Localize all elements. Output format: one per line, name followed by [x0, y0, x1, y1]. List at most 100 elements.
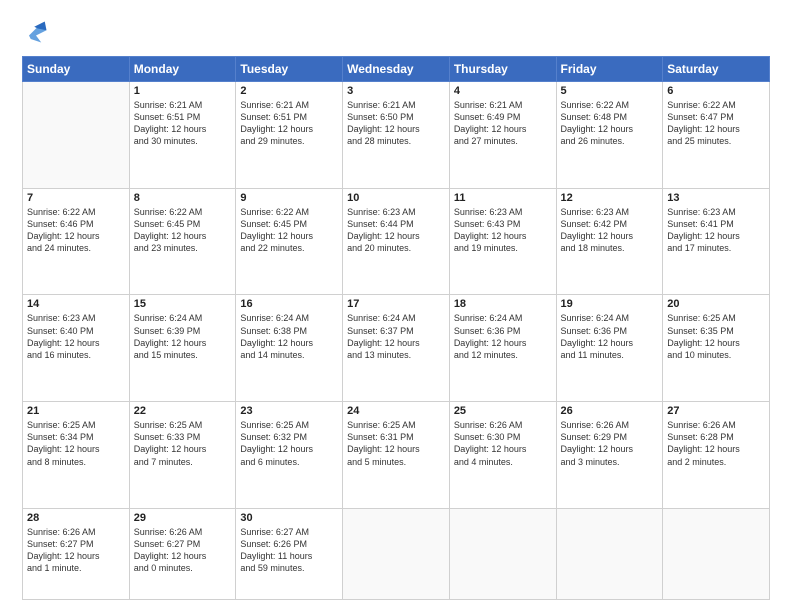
day-number: 26: [561, 405, 659, 417]
calendar-cell: 20 Sunrise: 6:25 AM Sunset: 6:35 PM Dayli…: [663, 295, 770, 402]
day-info: Sunrise: 6:21 AM Sunset: 6:51 PM Dayligh…: [134, 99, 232, 148]
calendar-cell: 12Sunrise: 6:23 AM Sunset: 6:42 PM Dayli…: [556, 188, 663, 295]
day-info: Sunrise: 6:26 AM Sunset: 6:29 PM Dayligh…: [561, 419, 659, 468]
calendar-cell: 23Sunrise: 6:25 AM Sunset: 6:32 PM Dayli…: [236, 402, 343, 509]
calendar-week-row: 28 Sunrise: 6:26 AM Sunset: 6:27 PM Dayli…: [23, 508, 770, 599]
calendar-cell: 25 Sunrise: 6:26 AM Sunset: 6:30 PM Dayli…: [449, 402, 556, 509]
calendar-cell: 13 Sunrise: 6:23 AM Sunset: 6:41 PM Dayli…: [663, 188, 770, 295]
day-number: 2: [240, 85, 338, 97]
day-number: 13: [667, 192, 765, 204]
calendar-cell: 26 Sunrise: 6:26 AM Sunset: 6:29 PM Dayli…: [556, 402, 663, 509]
day-info: Sunrise: 6:24 AM Sunset: 6:39 PM Dayligh…: [134, 312, 232, 361]
calendar-day-header: Monday: [129, 57, 236, 82]
calendar-cell: 16 Sunrise: 6:24 AM Sunset: 6:38 PM Dayli…: [236, 295, 343, 402]
calendar-cell: 28 Sunrise: 6:26 AM Sunset: 6:27 PM Dayli…: [23, 508, 130, 599]
calendar-cell: [556, 508, 663, 599]
calendar-cell: 9 Sunrise: 6:22 AM Sunset: 6:45 PM Daylig…: [236, 188, 343, 295]
calendar-cell: 1 Sunrise: 6:21 AM Sunset: 6:51 PM Daylig…: [129, 82, 236, 189]
day-number: 1: [134, 85, 232, 97]
day-number: 25: [454, 405, 552, 417]
day-info: Sunrise: 6:26 AM Sunset: 6:27 PM Dayligh…: [134, 526, 232, 575]
day-info: Sunrise: 6:25 AM Sunset: 6:32 PM Dayligh…: [240, 419, 338, 468]
calendar-cell: 17 Sunrise: 6:24 AM Sunset: 6:37 PM Dayli…: [343, 295, 450, 402]
calendar-cell: 21 Sunrise: 6:25 AM Sunset: 6:34 PM Dayli…: [23, 402, 130, 509]
calendar-cell: 19 Sunrise: 6:24 AM Sunset: 6:36 PM Dayli…: [556, 295, 663, 402]
page: SundayMondayTuesdayWednesdayThursdayFrid…: [0, 0, 792, 612]
day-number: 24: [347, 405, 445, 417]
calendar-header-row: SundayMondayTuesdayWednesdayThursdayFrid…: [23, 57, 770, 82]
day-number: 18: [454, 298, 552, 310]
calendar-cell: 14 Sunrise: 6:23 AM Sunset: 6:40 PM Dayli…: [23, 295, 130, 402]
calendar-day-header: Thursday: [449, 57, 556, 82]
calendar-cell: 24 Sunrise: 6:25 AM Sunset: 6:31 PM Dayli…: [343, 402, 450, 509]
logo-icon: [22, 18, 50, 46]
day-info: Sunrise: 6:26 AM Sunset: 6:27 PM Dayligh…: [27, 526, 125, 575]
day-number: 8: [134, 192, 232, 204]
day-info: Sunrise: 6:24 AM Sunset: 6:36 PM Dayligh…: [454, 312, 552, 361]
day-info: Sunrise: 6:22 AM Sunset: 6:47 PM Dayligh…: [667, 99, 765, 148]
day-info: Sunrise: 6:25 AM Sunset: 6:35 PM Dayligh…: [667, 312, 765, 361]
calendar-cell: 4 Sunrise: 6:21 AM Sunset: 6:49 PM Daylig…: [449, 82, 556, 189]
calendar-table: SundayMondayTuesdayWednesdayThursdayFrid…: [22, 56, 770, 600]
day-number: 28: [27, 512, 125, 524]
day-info: Sunrise: 6:23 AM Sunset: 6:41 PM Dayligh…: [667, 206, 765, 255]
day-number: 5: [561, 85, 659, 97]
day-info: Sunrise: 6:27 AM Sunset: 6:26 PM Dayligh…: [240, 526, 338, 575]
calendar-day-header: Saturday: [663, 57, 770, 82]
day-number: 19: [561, 298, 659, 310]
day-number: 16: [240, 298, 338, 310]
day-info: Sunrise: 6:23 AM Sunset: 6:43 PM Dayligh…: [454, 206, 552, 255]
day-info: Sunrise: 6:24 AM Sunset: 6:38 PM Dayligh…: [240, 312, 338, 361]
calendar-cell: 11Sunrise: 6:23 AM Sunset: 6:43 PM Dayli…: [449, 188, 556, 295]
day-info: Sunrise: 6:22 AM Sunset: 6:46 PM Dayligh…: [27, 206, 125, 255]
day-info: Sunrise: 6:21 AM Sunset: 6:49 PM Dayligh…: [454, 99, 552, 148]
day-info: Sunrise: 6:23 AM Sunset: 6:42 PM Dayligh…: [561, 206, 659, 255]
day-info: Sunrise: 6:24 AM Sunset: 6:36 PM Dayligh…: [561, 312, 659, 361]
calendar-week-row: 21 Sunrise: 6:25 AM Sunset: 6:34 PM Dayli…: [23, 402, 770, 509]
day-info: Sunrise: 6:22 AM Sunset: 6:48 PM Dayligh…: [561, 99, 659, 148]
day-info: Sunrise: 6:25 AM Sunset: 6:31 PM Dayligh…: [347, 419, 445, 468]
calendar-cell: 6 Sunrise: 6:22 AM Sunset: 6:47 PM Daylig…: [663, 82, 770, 189]
day-number: 20: [667, 298, 765, 310]
day-number: 29: [134, 512, 232, 524]
calendar-cell: 3 Sunrise: 6:21 AM Sunset: 6:50 PM Daylig…: [343, 82, 450, 189]
calendar-cell: 8 Sunrise: 6:22 AM Sunset: 6:45 PM Daylig…: [129, 188, 236, 295]
header: [22, 18, 770, 46]
calendar-week-row: 1 Sunrise: 6:21 AM Sunset: 6:51 PM Daylig…: [23, 82, 770, 189]
calendar-cell: [343, 508, 450, 599]
day-number: 6: [667, 85, 765, 97]
calendar-cell: 15 Sunrise: 6:24 AM Sunset: 6:39 PM Dayli…: [129, 295, 236, 402]
calendar-day-header: Wednesday: [343, 57, 450, 82]
calendar-cell: [663, 508, 770, 599]
calendar-cell: 27Sunrise: 6:26 AM Sunset: 6:28 PM Dayli…: [663, 402, 770, 509]
logo: [22, 18, 54, 46]
day-info: Sunrise: 6:21 AM Sunset: 6:51 PM Dayligh…: [240, 99, 338, 148]
day-number: 7: [27, 192, 125, 204]
day-number: 3: [347, 85, 445, 97]
day-info: Sunrise: 6:25 AM Sunset: 6:34 PM Dayligh…: [27, 419, 125, 468]
calendar-cell: 22Sunrise: 6:25 AM Sunset: 6:33 PM Dayli…: [129, 402, 236, 509]
calendar-cell: 2 Sunrise: 6:21 AM Sunset: 6:51 PM Daylig…: [236, 82, 343, 189]
calendar-cell: 30 Sunrise: 6:27 AM Sunset: 6:26 PM Dayli…: [236, 508, 343, 599]
calendar-cell: 10Sunrise: 6:23 AM Sunset: 6:44 PM Dayli…: [343, 188, 450, 295]
day-number: 17: [347, 298, 445, 310]
calendar-cell: [23, 82, 130, 189]
day-number: 4: [454, 85, 552, 97]
day-number: 21: [27, 405, 125, 417]
day-number: 15: [134, 298, 232, 310]
day-info: Sunrise: 6:26 AM Sunset: 6:30 PM Dayligh…: [454, 419, 552, 468]
calendar-cell: 29 Sunrise: 6:26 AM Sunset: 6:27 PM Dayli…: [129, 508, 236, 599]
day-number: 27: [667, 405, 765, 417]
day-info: Sunrise: 6:22 AM Sunset: 6:45 PM Dayligh…: [240, 206, 338, 255]
day-info: Sunrise: 6:22 AM Sunset: 6:45 PM Dayligh…: [134, 206, 232, 255]
day-info: Sunrise: 6:23 AM Sunset: 6:40 PM Dayligh…: [27, 312, 125, 361]
day-info: Sunrise: 6:24 AM Sunset: 6:37 PM Dayligh…: [347, 312, 445, 361]
day-number: 14: [27, 298, 125, 310]
day-info: Sunrise: 6:23 AM Sunset: 6:44 PM Dayligh…: [347, 206, 445, 255]
calendar-day-header: Sunday: [23, 57, 130, 82]
day-info: Sunrise: 6:21 AM Sunset: 6:50 PM Dayligh…: [347, 99, 445, 148]
calendar-week-row: 7 Sunrise: 6:22 AM Sunset: 6:46 PM Daylig…: [23, 188, 770, 295]
day-number: 30: [240, 512, 338, 524]
calendar-cell: [449, 508, 556, 599]
day-number: 9: [240, 192, 338, 204]
